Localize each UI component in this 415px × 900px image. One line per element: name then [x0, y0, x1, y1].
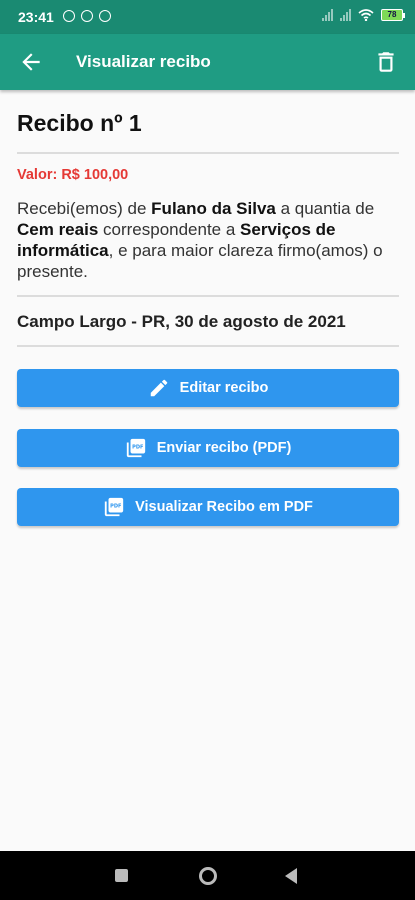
pdf-icon: PDF: [104, 497, 124, 517]
send-receipt-pdf-button[interactable]: PDF Enviar recibo (PDF): [17, 429, 399, 467]
receipt-text: Recebi(emos) de Fulano da Silva a quanti…: [17, 198, 399, 282]
notification-icon: [81, 10, 93, 22]
system-nav-bar: [0, 851, 415, 900]
page-title: Visualizar recibo: [76, 52, 211, 71]
text-segment: correspondente a: [98, 220, 241, 239]
pdf-icon: PDF: [126, 438, 145, 458]
send-receipt-label: Enviar recibo (PDF): [156, 440, 292, 456]
wifi-icon: [358, 9, 374, 21]
receipt-heading: Recibo nº 1: [17, 110, 142, 136]
receipt-value: Valor: R$ 100,00: [17, 167, 129, 183]
edit-receipt-label: Editar recibo: [179, 380, 269, 396]
place-date: Campo Largo - PR, 30 de agosto de 2021: [17, 312, 346, 331]
app-bar: Visualizar recibo: [0, 34, 415, 90]
battery-icon: 78: [381, 9, 405, 21]
svg-text:PDF: PDF: [132, 444, 144, 450]
recents-icon[interactable]: [115, 869, 128, 882]
home-icon[interactable]: [199, 867, 217, 885]
system-back-icon[interactable]: [285, 868, 297, 884]
battery-level: 78: [381, 9, 403, 21]
trash-icon[interactable]: [373, 49, 399, 75]
payer-name: Fulano da Silva: [151, 199, 276, 218]
svg-text:PDF: PDF: [110, 503, 122, 509]
alarm-icon: [63, 10, 75, 22]
status-time: 23:41: [18, 9, 54, 25]
pencil-icon: [150, 379, 167, 397]
signal-icon: [340, 9, 351, 21]
text-segment: a quantia de: [275, 199, 375, 218]
status-bar: 23:41 78: [0, 0, 415, 34]
divider: [17, 295, 399, 297]
edit-receipt-button[interactable]: Editar recibo: [17, 369, 399, 407]
view-receipt-pdf-button[interactable]: PDF Visualizar Recibo em PDF: [17, 488, 399, 526]
text-segment: Recebi(emos) de: [17, 199, 152, 218]
amount-words: Cem reais: [17, 220, 99, 239]
notification-icon: [99, 10, 111, 22]
divider: [17, 345, 399, 347]
view-receipt-label: Visualizar Recibo em PDF: [135, 499, 313, 515]
receipt-content: Recibo nº 1 Valor: R$ 100,00 Recebi(emos…: [17, 90, 399, 347]
back-arrow-icon[interactable]: [18, 49, 44, 75]
signal-icon: [322, 9, 333, 21]
divider: [17, 152, 399, 154]
